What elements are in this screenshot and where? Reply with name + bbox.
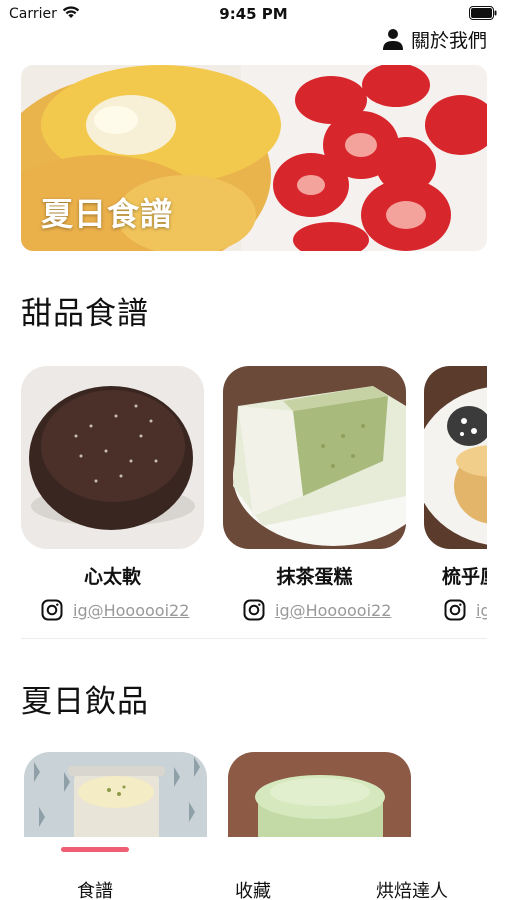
drink-card[interactable] — [228, 752, 411, 842]
instagram-link[interactable]: ig@Hoooooi22 — [444, 598, 487, 622]
instagram-link[interactable]: ig@Hoooooi22 — [41, 598, 189, 622]
about-us-label: 關於我們 — [410, 29, 487, 52]
clock: 9:45 PM — [219, 5, 288, 23]
instagram-icon — [243, 599, 265, 621]
drink-card-image — [228, 752, 411, 842]
tab-favorites[interactable]: 收藏 — [198, 877, 308, 900]
drink-card[interactable] — [24, 752, 207, 842]
active-tab-indicator — [61, 847, 129, 852]
section-divider — [21, 638, 487, 639]
instagram-icon — [444, 599, 466, 621]
hero-banner[interactable]: 夏日食譜 — [21, 65, 487, 251]
tab-recipes[interactable]: 食譜 — [40, 877, 150, 900]
drinks-section-title: 夏日飲品 — [21, 684, 149, 720]
instagram-link[interactable]: ig@Hoooooi22 — [243, 598, 391, 622]
recipe-card-name: 抹茶蛋糕 — [276, 566, 353, 588]
instagram-handle: ig@Hoooooi22 — [73, 600, 190, 620]
dessert-section-title: 甜品食譜 — [21, 296, 149, 332]
tab-bar: 食譜 收藏 烘焙達人 — [0, 837, 507, 900]
drink-card-image — [24, 752, 207, 842]
about-us-button[interactable]: 關於我們 — [381, 24, 487, 54]
hero-title: 夏日食譜 — [41, 195, 174, 233]
tab-baking-experts[interactable]: 烘焙達人 — [357, 877, 467, 900]
instagram-icon — [41, 599, 63, 621]
instagram-handle: ig@Hoooooi22 — [476, 600, 487, 620]
recipe-card-image — [223, 366, 406, 549]
instagram-handle: ig@Hoooooi22 — [275, 600, 392, 620]
recipe-card-image — [424, 366, 487, 549]
person-icon — [382, 29, 403, 50]
battery-icon — [469, 6, 497, 20]
dessert-carousel[interactable]: 心太軟 ig@Hoooooi22 抹茶蛋糕 ig@Hoooooi22 梳乎 ig — [21, 366, 487, 626]
recipe-card-name: 心太軟 — [83, 566, 141, 588]
recipe-card-image — [21, 366, 204, 549]
recipe-card-name: 梳乎厘 — [442, 566, 487, 588]
